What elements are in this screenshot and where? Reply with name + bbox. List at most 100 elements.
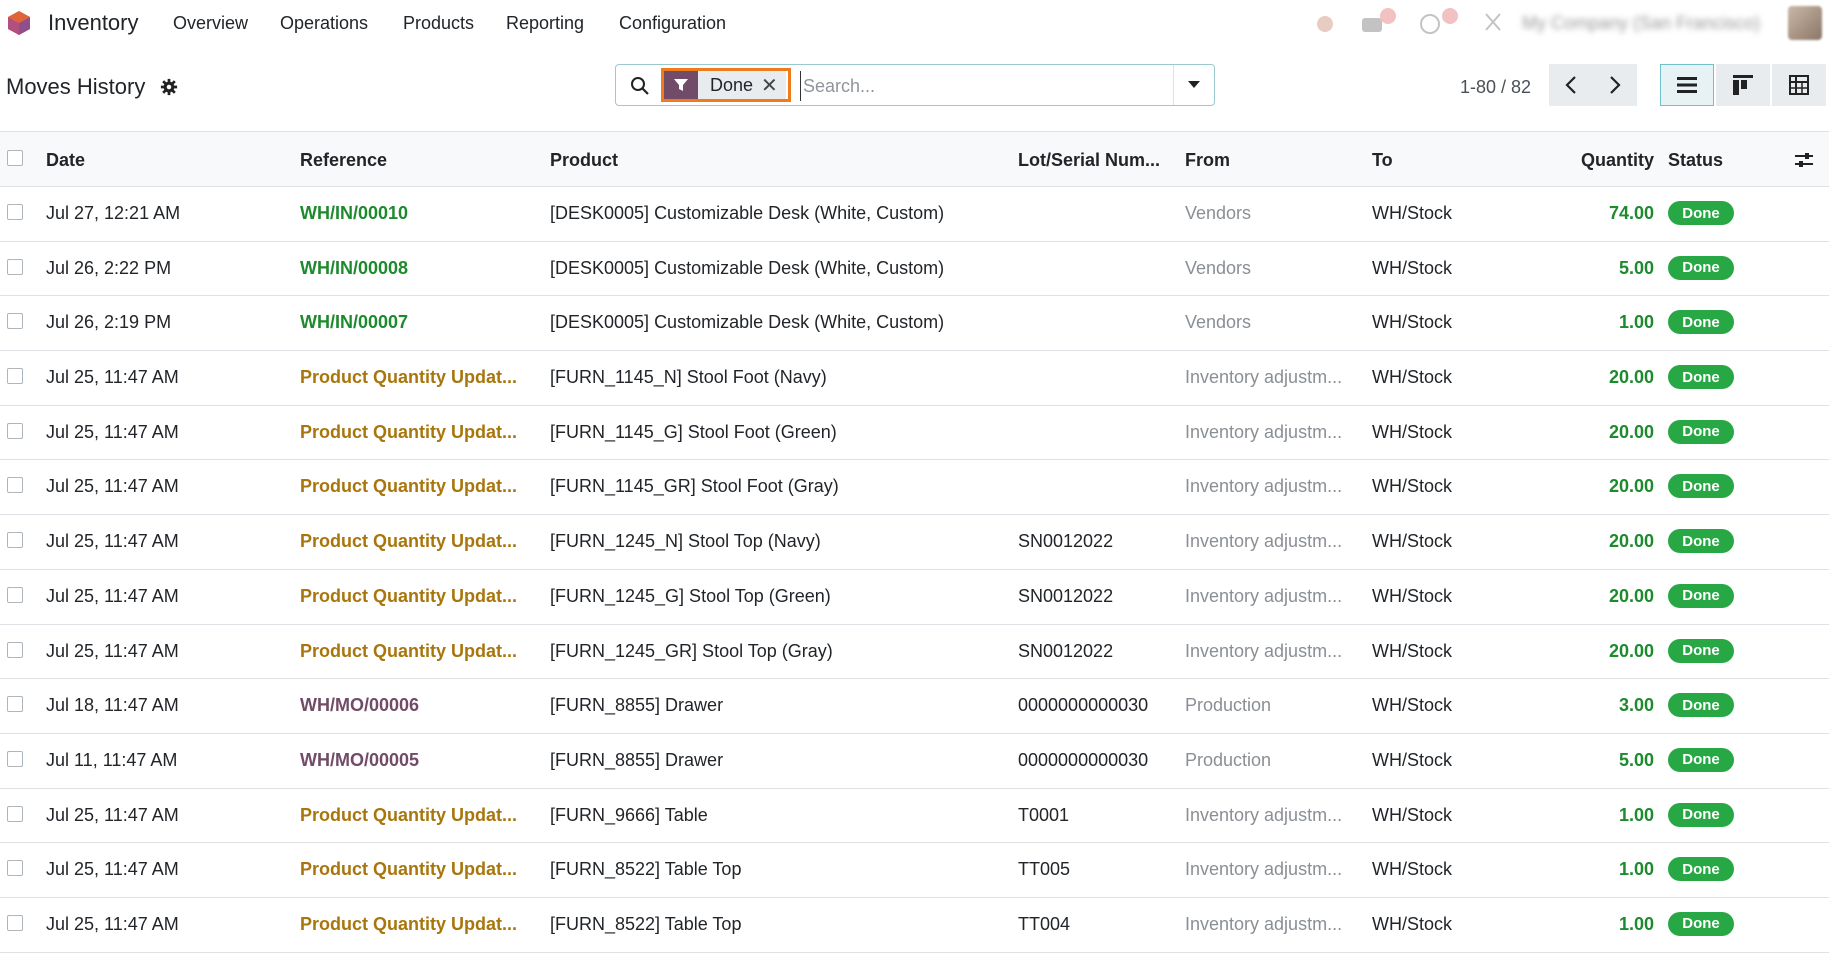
close-icon[interactable]: ✕ [761,71,786,99]
app-name[interactable]: Inventory [48,10,139,36]
cell-quantity: 1.00 [1618,913,1654,934]
pager-next-button[interactable] [1593,64,1637,106]
cell-reference[interactable]: Product Quantity Updat... [300,859,540,880]
table-row[interactable]: Jul 25, 11:47 AM Product Quantity Updat..… [0,843,1829,898]
cell-to: WH/Stock [1372,476,1453,497]
select-all-checkbox[interactable] [7,150,23,166]
kanban-view-button[interactable] [1716,64,1770,106]
row-checkbox[interactable] [7,641,23,658]
pivot-view-button[interactable] [1772,64,1826,106]
menu-reporting[interactable]: Reporting [506,13,584,34]
row-checkbox[interactable] [7,914,23,931]
search-icon[interactable] [630,76,650,96]
table-row[interactable]: Jul 25, 11:47 AM Product Quantity Updat..… [0,570,1829,625]
cell-to: WH/Stock [1372,203,1453,223]
cell-reference[interactable]: WH/IN/00007 [300,312,540,333]
clock-icon[interactable] [1418,8,1462,36]
cell-to: WH/Stock [1372,749,1453,770]
filter-facet-done[interactable]: Done ✕ [661,68,791,102]
table-row[interactable]: Jul 18, 11:47 AM WH/MO/00006 [FURN_8855] D… [0,679,1829,734]
table-row[interactable]: Jul 25, 11:47 AM Product Quantity Updat..… [0,515,1829,570]
row-checkbox[interactable] [7,258,23,275]
company-switcher[interactable]: My Company (San Francisco) [1522,13,1760,34]
menu-configuration[interactable]: Configuration [619,13,726,34]
row-checkbox[interactable] [7,860,23,877]
cell-to: WH/Stock [1372,913,1453,934]
row-checkbox[interactable] [7,204,23,220]
column-quantity[interactable]: Quantity [1560,150,1654,171]
table-row[interactable]: Jul 25, 11:47 AM Product Quantity Updat..… [0,351,1829,406]
cell-reference[interactable]: Product Quantity Updat... [300,422,540,443]
column-product[interactable]: Product [550,150,618,171]
row-checkbox[interactable] [7,477,23,494]
row-checkbox[interactable] [7,696,23,713]
cell-reference[interactable]: Product Quantity Updat... [300,367,540,388]
page-title: Moves History [6,74,146,99]
pager-value[interactable]: 1-80 / 82 [1460,77,1531,98]
cell-date: Jul 25, 11:47 AM [46,421,179,442]
column-status[interactable]: Status [1668,150,1723,171]
table-row[interactable]: Jul 25, 11:47 AM Product Quantity Updat..… [0,898,1829,953]
table-row[interactable]: Jul 25, 11:47 AM Product Quantity Updat..… [0,625,1829,680]
table-row[interactable]: Jul 25, 11:47 AM Product Quantity Updat..… [0,460,1829,516]
table-row[interactable]: Jul 27, 12:21 AM WH/IN/00010 [DESK0005] Cu… [0,187,1829,242]
cell-date: Jul 25, 11:47 AM [46,859,179,880]
cell-from: Inventory adjustm... [1185,859,1343,880]
cell-product: [FURN_8855] Drawer [550,695,724,716]
cell-reference[interactable]: WH/MO/00006 [300,695,540,716]
search-input[interactable] [800,71,1185,101]
gear-icon[interactable] [160,78,178,96]
pager-previous-button[interactable] [1549,64,1593,106]
table-row[interactable]: Jul 25, 11:47 AM Product Quantity Updat..… [0,406,1829,461]
top-navbar: Inventory Overview Operations Products R… [0,0,1829,46]
table-row[interactable]: Jul 25, 11:47 AM Product Quantity Updat..… [0,789,1829,844]
cell-reference[interactable]: Product Quantity Updat... [300,805,540,826]
cell-date: Jul 18, 11:47 AM [46,695,179,716]
cell-reference[interactable]: WH/MO/00005 [300,750,540,771]
cell-to: WH/Stock [1372,312,1453,333]
inventory-app-icon[interactable] [6,10,32,36]
cell-reference[interactable]: Product Quantity Updat... [300,641,540,662]
column-date[interactable]: Date [46,150,85,171]
table-row[interactable]: Jul 26, 2:19 PM WH/IN/00007 [DESK0005] Cus… [0,296,1829,352]
table-row[interactable]: Jul 26, 2:22 PM WH/IN/00008 [DESK0005] Cus… [0,242,1829,297]
menu-overview[interactable]: Overview [173,13,248,34]
row-checkbox[interactable] [7,422,23,439]
row-checkbox[interactable] [7,368,23,385]
list-view-button[interactable] [1660,64,1714,106]
tools-icon[interactable] [1482,8,1504,36]
cell-reference[interactable]: Product Quantity Updat... [300,914,540,935]
cell-date: Jul 26, 2:22 PM [46,257,172,278]
optional-columns-icon[interactable] [1794,150,1814,170]
cell-reference[interactable]: WH/IN/00010 [300,203,540,224]
cell-quantity: 5.00 [1618,749,1654,770]
cell-reference[interactable]: Product Quantity Updat... [300,476,540,497]
cell-from: Inventory adjustm... [1185,913,1343,934]
cell-lot-serial: TT005 [1018,859,1071,880]
row-checkbox[interactable] [7,750,23,767]
facet-label: Done [698,71,762,99]
status-badge: Done [1668,583,1734,608]
row-checkbox[interactable] [7,532,23,549]
cell-to: WH/Stock [1372,640,1453,661]
menu-operations[interactable]: Operations [280,13,368,34]
cell-reference[interactable]: Product Quantity Updat... [300,586,540,607]
cell-reference[interactable]: Product Quantity Updat... [300,531,540,552]
column-to[interactable]: To [1372,150,1393,171]
column-reference[interactable]: Reference [300,150,387,171]
status-badge: Done [1668,911,1734,936]
row-checkbox[interactable] [7,313,23,330]
cell-product: [FURN_1245_GR] Stool Top (Gray) [550,640,833,661]
column-lot-serial[interactable]: Lot/Serial Num... [1018,150,1160,171]
row-checkbox[interactable] [7,805,23,822]
menu-products[interactable]: Products [403,13,474,34]
cell-reference[interactable]: WH/IN/00008 [300,258,540,279]
messages-icon[interactable] [1360,8,1400,36]
table-body: Jul 27, 12:21 AM WH/IN/00010 [DESK0005] Cu… [0,187,1829,953]
table-row[interactable]: Jul 11, 11:47 AM WH/MO/00005 [FURN_8855] D… [0,734,1829,789]
column-from[interactable]: From [1185,150,1230,171]
user-avatar[interactable] [1788,6,1822,40]
activity-icon[interactable] [1312,8,1338,36]
search-options-toggle[interactable] [1173,65,1214,105]
row-checkbox[interactable] [7,586,23,603]
